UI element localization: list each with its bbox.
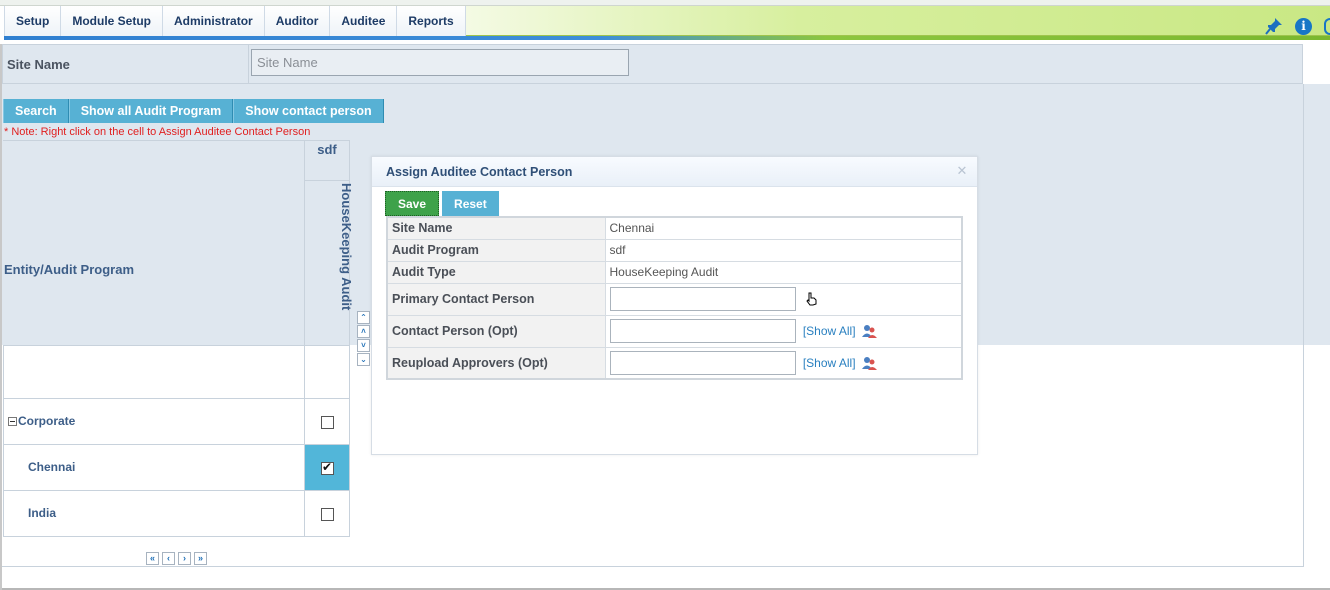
show-all-audit-program-button[interactable]: Show all Audit Program bbox=[68, 99, 234, 123]
dialog-header: Assign Auditee Contact Person ✕ bbox=[372, 157, 977, 187]
primary-contact-key: Primary Contact Person bbox=[386, 282, 606, 316]
show-all-approvers-link[interactable]: [Show All] bbox=[803, 356, 856, 370]
scroll-up-icon[interactable]: ˄ bbox=[357, 325, 370, 338]
help-icon[interactable] bbox=[1324, 17, 1330, 35]
audit-program-key: Audit Program bbox=[386, 238, 606, 262]
form-row: Audit Type HouseKeeping Audit bbox=[386, 260, 963, 284]
show-all-contact-link[interactable]: [Show All] bbox=[803, 324, 856, 338]
table-row bbox=[4, 345, 350, 399]
audit-program-value: sdf bbox=[604, 238, 963, 262]
grid-header-program: sdf HouseKeeping Audit bbox=[304, 140, 354, 345]
reupload-approvers-input[interactable] bbox=[609, 350, 796, 375]
pin-icon[interactable] bbox=[1265, 17, 1283, 35]
assign-contact-dialog: Assign Auditee Contact Person ✕ Save Res… bbox=[371, 156, 978, 455]
form-row: Audit Program sdf bbox=[386, 238, 963, 262]
grid-cell: India bbox=[4, 491, 305, 536]
form-row: Reupload Approvers (Opt) [Show All] bbox=[386, 346, 963, 380]
collapse-icon[interactable] bbox=[8, 417, 17, 427]
next-page-icon[interactable]: › bbox=[178, 552, 191, 565]
first-page-icon[interactable]: « bbox=[146, 552, 159, 565]
frame-line bbox=[1303, 84, 1304, 566]
close-icon[interactable]: ✕ bbox=[955, 164, 969, 178]
reupload-approvers-cell: [Show All] bbox=[604, 346, 963, 380]
scroll-first-icon[interactable]: ⌃ bbox=[357, 311, 370, 324]
site-name-key: Site Name bbox=[386, 216, 606, 240]
menu-item-module-setup[interactable]: Module Setup bbox=[61, 6, 164, 36]
audit-type-key: Audit Type bbox=[386, 260, 606, 284]
action-buttons: Search Show all Audit Program Show conta… bbox=[3, 99, 384, 123]
grid-cell-selected[interactable] bbox=[305, 445, 350, 490]
site-filter-row: Site Name bbox=[2, 44, 1303, 84]
grid-cell: Chennai bbox=[4, 445, 305, 490]
contact-person-key: Contact Person (Opt) bbox=[386, 314, 606, 348]
audit-type-value: HouseKeeping Audit bbox=[604, 260, 963, 284]
prev-page-icon[interactable]: ‹ bbox=[162, 552, 175, 565]
last-page-icon[interactable]: » bbox=[194, 552, 207, 565]
primary-contact-input[interactable] bbox=[609, 287, 796, 311]
grid-cell[interactable] bbox=[305, 491, 350, 536]
grid-header-entity: Entity/Audit Program bbox=[3, 140, 305, 345]
row-name-india: India bbox=[28, 506, 57, 520]
reupload-approvers-key: Reupload Approvers (Opt) bbox=[386, 346, 606, 380]
site-name-value: Chennai bbox=[604, 216, 963, 240]
checkbox-chennai[interactable] bbox=[321, 460, 334, 475]
dialog-title: Assign Auditee Contact Person bbox=[386, 165, 573, 179]
info-icon[interactable]: i bbox=[1295, 17, 1312, 35]
scroll-down-icon[interactable]: ˅ bbox=[357, 339, 370, 352]
top-icons: i bbox=[1265, 14, 1330, 38]
program-header-label: sdf bbox=[305, 141, 349, 181]
row-name-chennai: Chennai bbox=[28, 460, 76, 474]
audit-type-header-label: HouseKeeping Audit bbox=[339, 183, 354, 311]
contact-person-input[interactable] bbox=[609, 319, 796, 343]
frame-line bbox=[0, 44, 2, 590]
menu-item-administrator[interactable]: Administrator bbox=[163, 6, 265, 36]
primary-contact-cell bbox=[604, 282, 963, 316]
form-row: Primary Contact Person bbox=[386, 282, 963, 316]
contact-person-cell: [Show All] bbox=[604, 314, 963, 348]
grid-cell bbox=[305, 346, 350, 399]
pager: « ‹ › » bbox=[146, 552, 207, 565]
grid-cell: Corporate bbox=[4, 399, 305, 444]
main-menu: Setup Module Setup Administrator Auditor… bbox=[4, 6, 466, 36]
row-name-corporate: Corporate bbox=[8, 414, 75, 428]
dialog-buttons: Save Reset bbox=[385, 191, 499, 216]
site-name-input[interactable] bbox=[251, 49, 629, 76]
reset-button[interactable]: Reset bbox=[442, 191, 499, 216]
row-label: Corporate bbox=[18, 414, 76, 428]
note-text: * Note: Right click on the cell to Assig… bbox=[4, 126, 311, 138]
divider bbox=[248, 45, 249, 83]
grid-body: Corporate Chennai India bbox=[3, 345, 350, 537]
grid-cell[interactable] bbox=[305, 399, 350, 444]
menu-item-auditee[interactable]: Auditee bbox=[330, 6, 398, 36]
search-button[interactable]: Search bbox=[3, 99, 69, 123]
menu-item-reports[interactable]: Reports bbox=[397, 6, 466, 36]
table-row[interactable]: Chennai bbox=[4, 444, 350, 490]
frame-line bbox=[2, 566, 1304, 567]
users-icon[interactable] bbox=[861, 356, 878, 370]
table-row[interactable]: India bbox=[4, 490, 350, 536]
site-name-label: Site Name bbox=[7, 57, 70, 72]
form-row: Site Name Chennai bbox=[386, 216, 963, 240]
column-scroller: ⌃ ˄ ˅ ⌄ bbox=[357, 311, 370, 367]
checkbox-india[interactable] bbox=[321, 508, 334, 521]
save-button[interactable]: Save bbox=[385, 191, 440, 216]
checkbox-corporate[interactable] bbox=[321, 416, 334, 429]
entity-header-label: Entity/Audit Program bbox=[4, 262, 135, 277]
header-stripe bbox=[4, 36, 1330, 40]
contact-form-table: Site Name Chennai Audit Program sdf Audi… bbox=[386, 216, 963, 380]
scroll-last-icon[interactable]: ⌄ bbox=[357, 353, 370, 366]
menu-item-auditor[interactable]: Auditor bbox=[264, 6, 331, 36]
table-row[interactable]: Corporate bbox=[4, 398, 350, 444]
form-row: Contact Person (Opt) [Show All] bbox=[386, 314, 963, 348]
grid-cell bbox=[4, 346, 305, 399]
menu-bar: Setup Module Setup Administrator Auditor… bbox=[4, 6, 1330, 36]
menu-item-setup[interactable]: Setup bbox=[4, 6, 62, 36]
hand-cursor-icon bbox=[806, 292, 817, 306]
top-bar: Setup Module Setup Administrator Auditor… bbox=[0, 0, 1330, 44]
show-contact-person-button[interactable]: Show contact person bbox=[233, 99, 384, 123]
users-icon[interactable] bbox=[861, 324, 878, 338]
